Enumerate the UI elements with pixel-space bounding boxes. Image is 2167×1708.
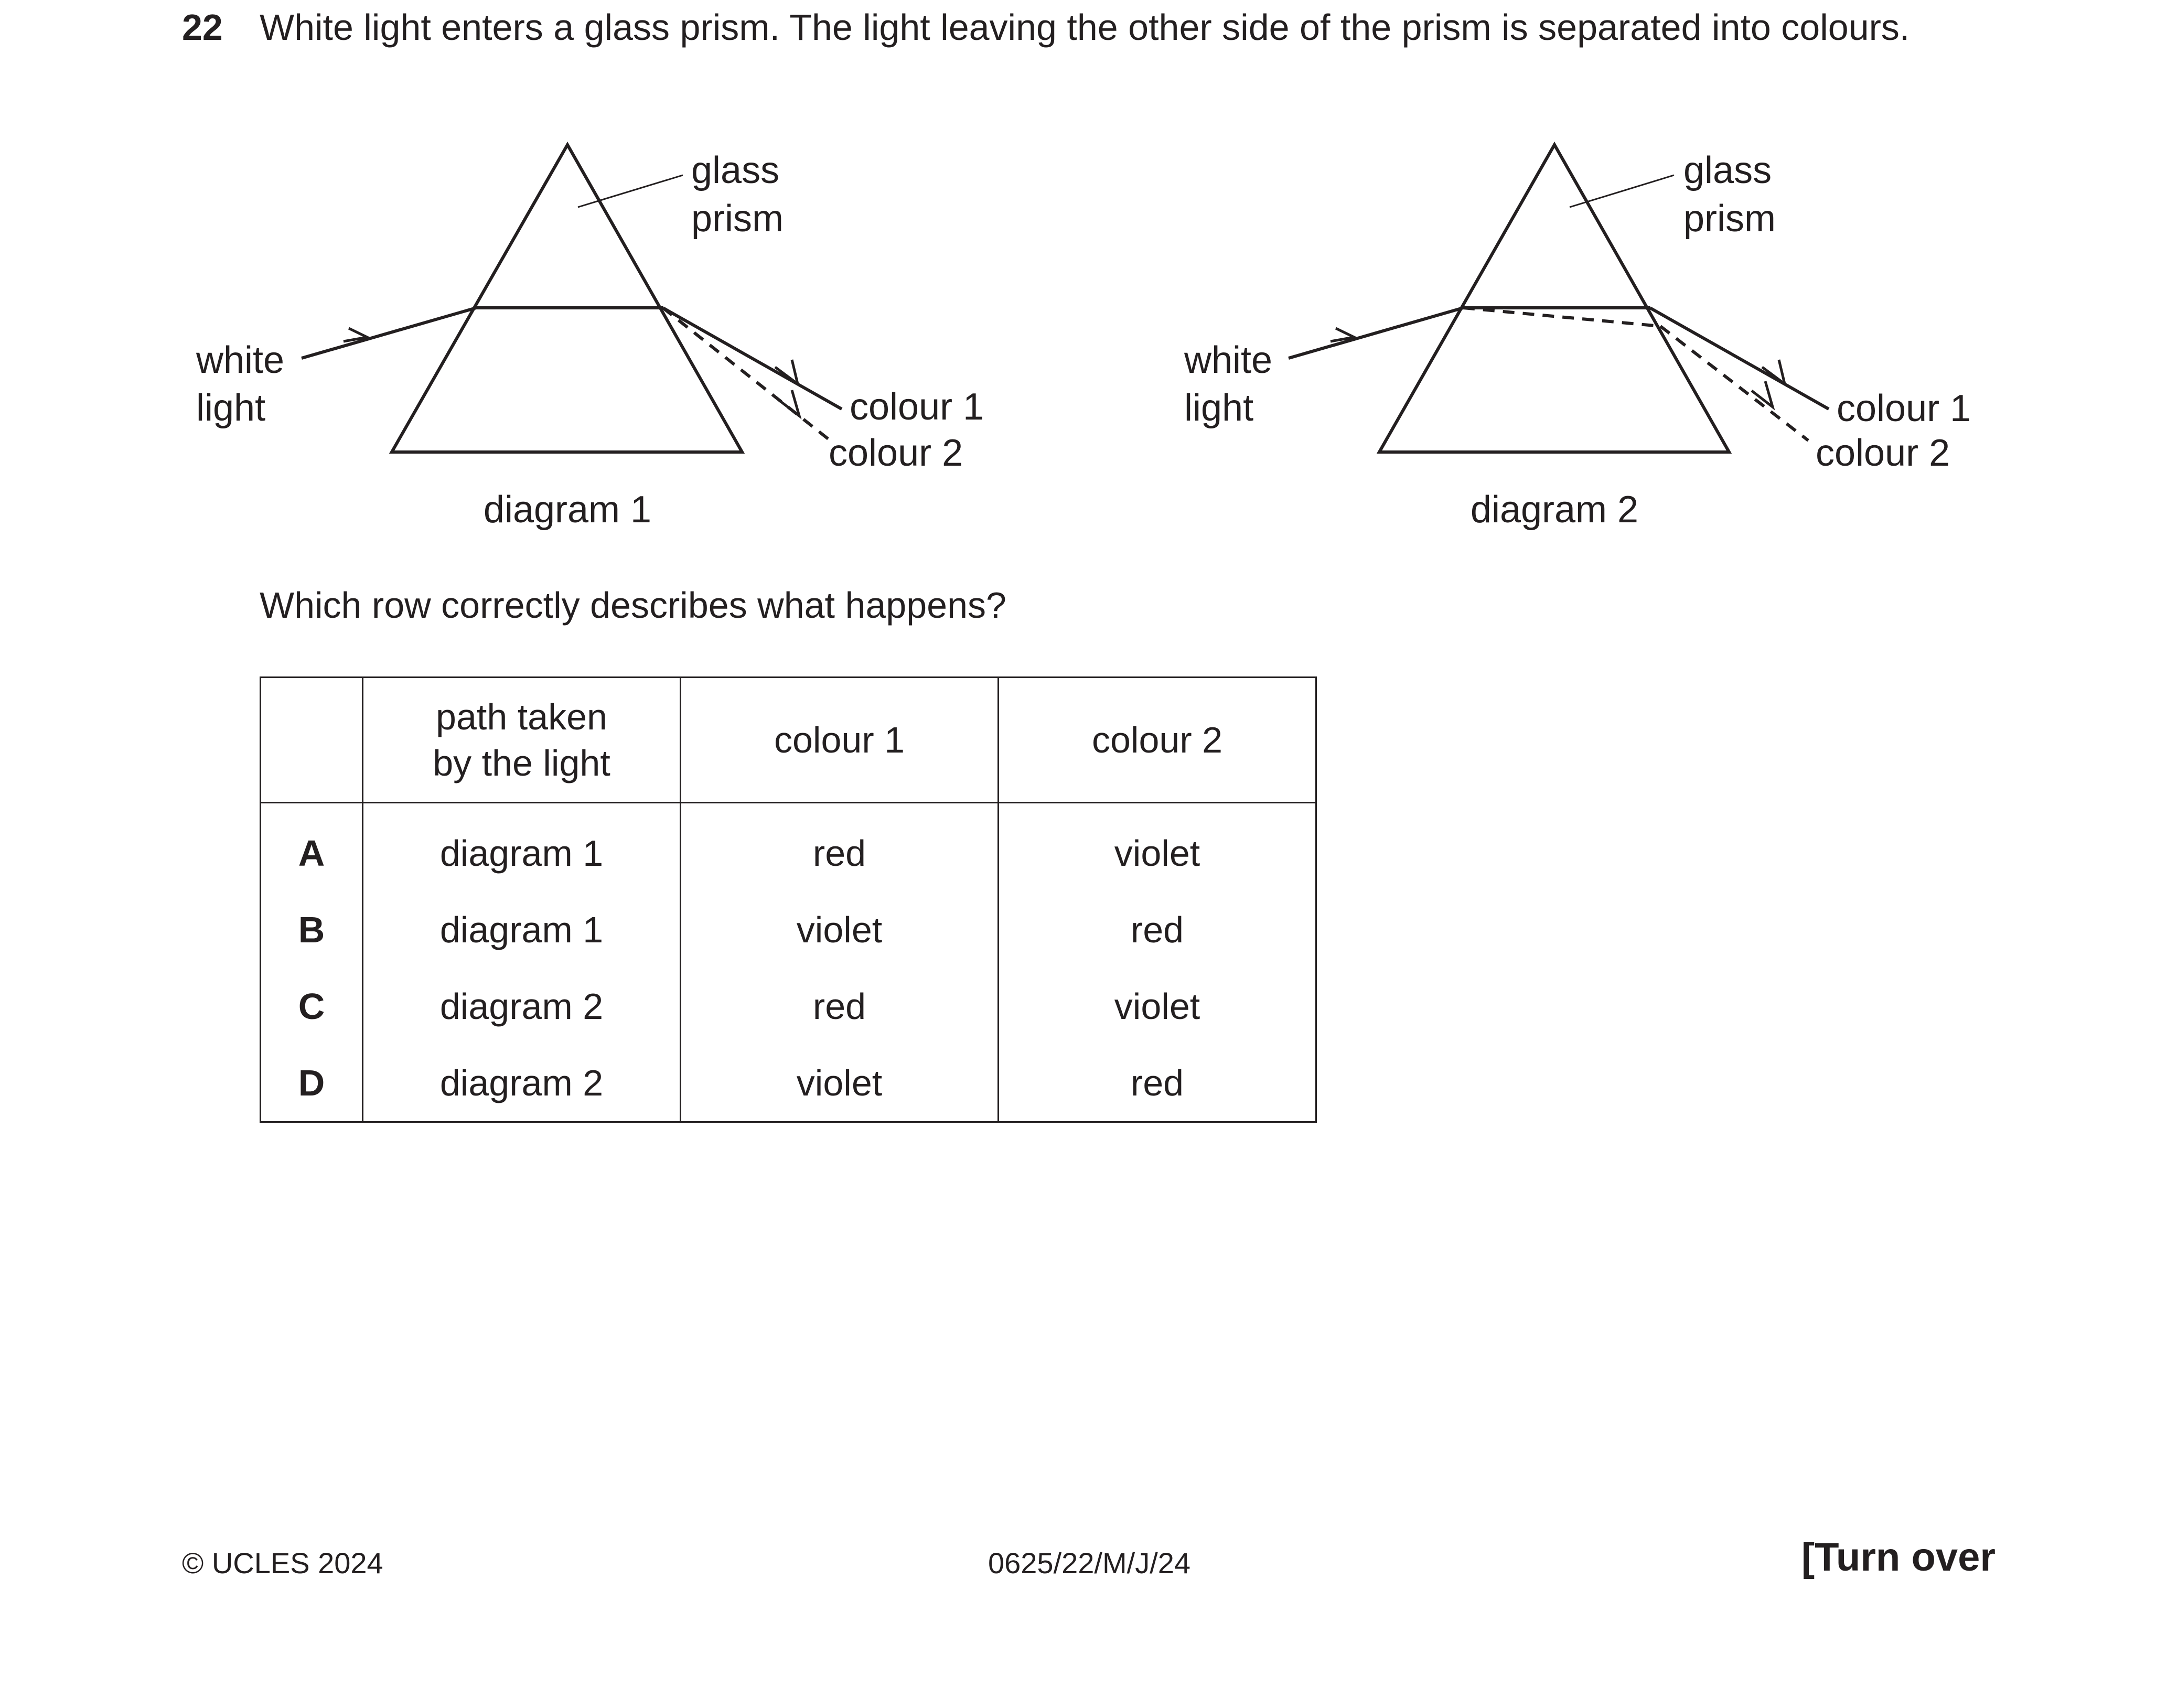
row-key: C xyxy=(260,968,363,1045)
diagram-caption-2: diagram 2 xyxy=(1471,489,1638,531)
prism-outline-1 xyxy=(389,141,745,454)
answer-table-header-row: path taken by the light colour 1 colour … xyxy=(260,676,1317,803)
question-prompt: Which row correctly describes what happe… xyxy=(260,585,1006,626)
table-row: C diagram 2 red violet xyxy=(260,968,1317,1045)
diagram-caption-1: diagram 1 xyxy=(484,489,651,531)
row-colour1: red xyxy=(680,802,999,891)
ray-label-colour2-2: colour 2 xyxy=(1816,432,1950,474)
row-path: diagram 1 xyxy=(362,891,681,968)
row-colour1: violet xyxy=(680,891,999,968)
incident-label-white-2: white xyxy=(1184,339,1272,381)
incident-label-light-1: light xyxy=(196,387,265,429)
leader-line-2 xyxy=(1569,174,1675,208)
header-colour2: colour 2 xyxy=(997,676,1317,803)
prism-label-glass-2: glass xyxy=(1683,149,1772,191)
row-path: diagram 2 xyxy=(362,968,681,1045)
header-key xyxy=(260,676,363,803)
table-row: D diagram 2 violet red xyxy=(260,1045,1317,1123)
row-path: diagram 1 xyxy=(362,802,681,891)
ray-label-colour2-1: colour 2 xyxy=(829,432,963,474)
header-path: path taken by the light xyxy=(362,676,681,803)
footer-turn-over: [Turn over xyxy=(1801,1535,1996,1580)
colour2-ray-1 xyxy=(662,306,831,442)
footer-copyright: © UCLES 2024 xyxy=(182,1546,383,1580)
prism-diagrams: glass prism white light colour 1 colour … xyxy=(196,141,1971,531)
row-path: diagram 2 xyxy=(362,1045,681,1123)
row-colour2: red xyxy=(997,1045,1317,1123)
table-row: B diagram 1 violet red xyxy=(260,891,1317,968)
ray-label-colour1-1: colour 1 xyxy=(850,386,984,428)
row-colour2: violet xyxy=(997,968,1317,1045)
row-colour1: red xyxy=(680,968,999,1045)
header-colour1: colour 1 xyxy=(680,676,999,803)
prism-outline-2 xyxy=(1376,141,1732,454)
row-colour2: violet xyxy=(997,802,1317,891)
header-path-line2: by the light xyxy=(433,743,610,783)
ray-label-colour1-2: colour 1 xyxy=(1837,388,1971,429)
prism-label-glass-1: glass xyxy=(691,149,779,191)
incident-label-light-2: light xyxy=(1184,387,1253,429)
table-row: A diagram 1 red violet xyxy=(260,802,1317,891)
colour2-arrow-1 xyxy=(777,390,802,420)
answer-table: path taken by the light colour 1 colour … xyxy=(260,676,1317,1123)
incident-label-white-1: white xyxy=(196,339,284,381)
row-key: A xyxy=(260,802,363,891)
prism-label-prism-2: prism xyxy=(1683,198,1776,240)
internal-dashed-ray-2 xyxy=(1463,306,1661,328)
row-colour2: red xyxy=(997,891,1317,968)
prism-label-prism-1: prism xyxy=(691,198,784,240)
row-key: D xyxy=(260,1045,363,1123)
footer-paper-code: 0625/22/M/J/24 xyxy=(988,1546,1191,1580)
row-key: B xyxy=(260,891,363,968)
row-colour1: violet xyxy=(680,1045,999,1123)
header-path-line1: path taken xyxy=(436,696,607,737)
